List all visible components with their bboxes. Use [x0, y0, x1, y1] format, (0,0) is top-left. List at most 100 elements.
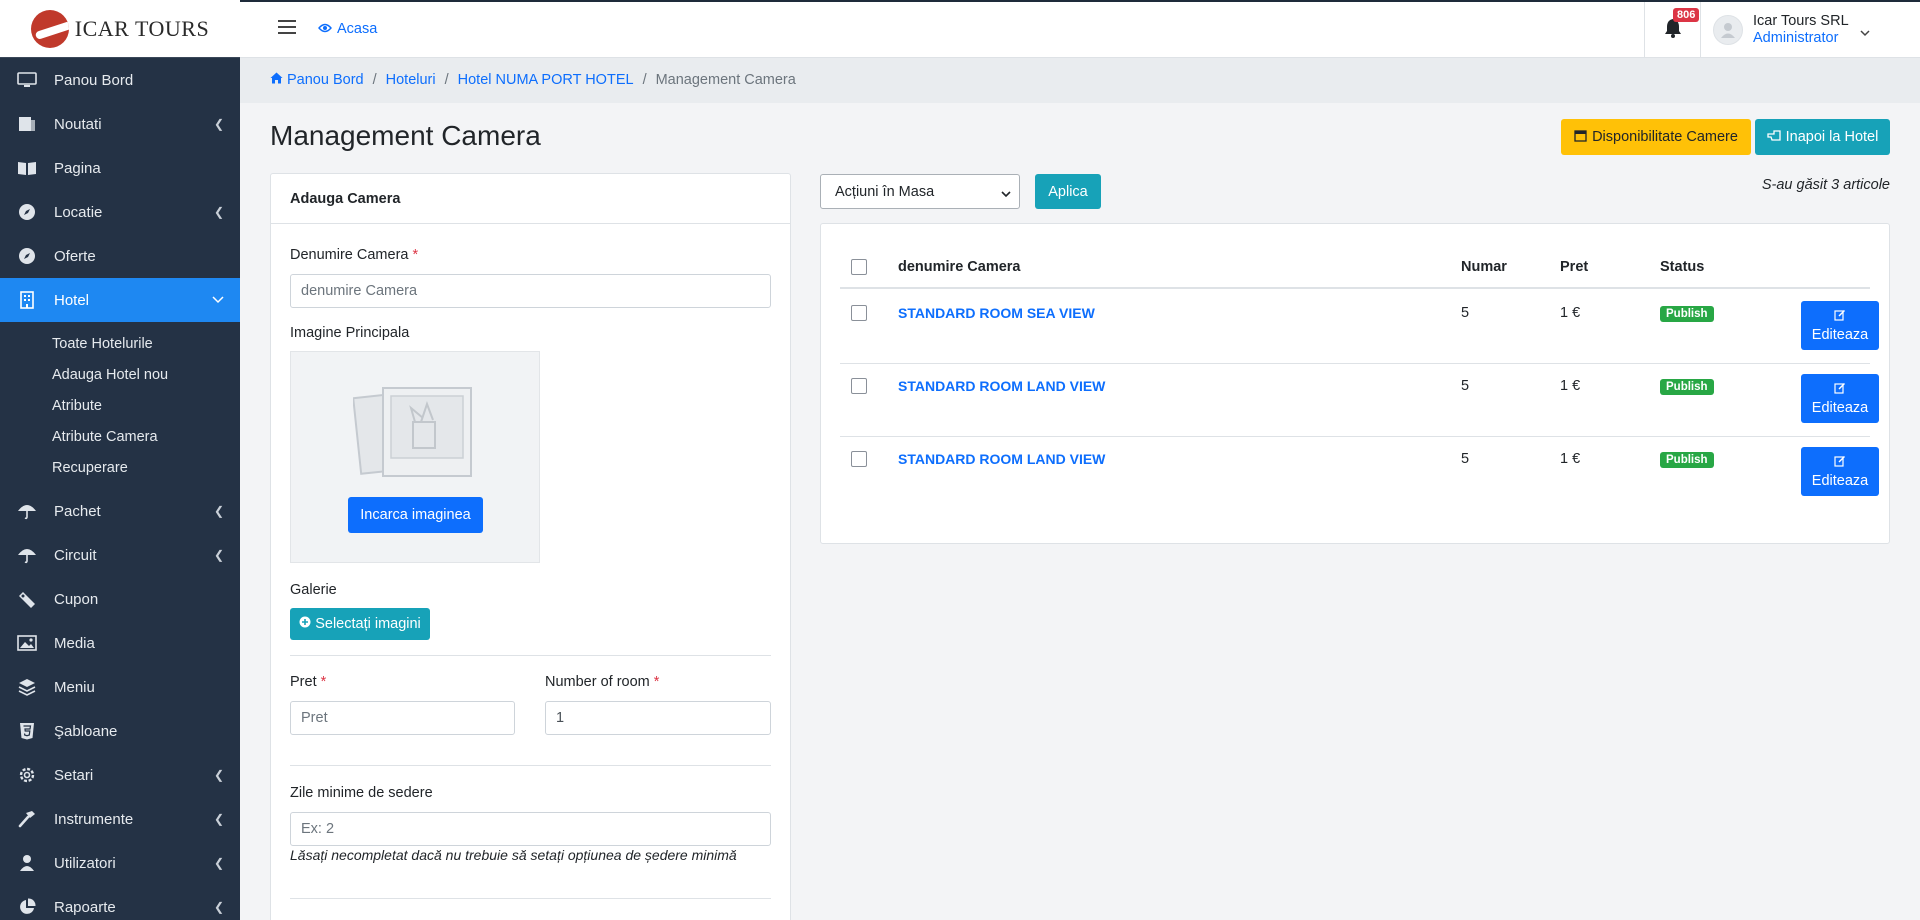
status-badge: Publish [1660, 452, 1714, 468]
sidebar-item-meniu[interactable]: Meniu [0, 665, 240, 709]
select-images-button[interactable]: Selectați imagini [290, 608, 430, 640]
upload-image-button[interactable]: Incarca imaginea [348, 497, 483, 533]
main-image-label: Imagine Principala [290, 325, 410, 341]
chevron-left-icon: ❮ [213, 900, 224, 914]
card-title: Adauga Camera [271, 174, 790, 224]
sidebar: ICAR TOURS Panou Bord Noutati ❮ Pagina L… [0, 0, 240, 920]
sidebar-item-label: Locatie [54, 203, 103, 221]
row-checkbox[interactable] [851, 451, 867, 467]
row-checkbox[interactable] [851, 378, 867, 394]
sidebar-item-hotel[interactable]: Hotel [0, 278, 240, 322]
home-link-label: Acasa [337, 21, 378, 37]
number-of-rooms-input[interactable] [545, 701, 771, 735]
room-price: 1 € [1560, 378, 1581, 394]
apply-button[interactable]: Aplica [1035, 174, 1101, 209]
divider [290, 765, 771, 766]
sidebar-item-utilizatori[interactable]: Utilizatori ❮ [0, 841, 240, 885]
menu-toggle-icon[interactable] [278, 20, 296, 34]
edit-button[interactable]: Editeaza [1801, 301, 1879, 350]
umbrella-icon [16, 545, 38, 565]
umbrella-icon [16, 501, 38, 521]
chevron-left-icon: ❮ [213, 768, 224, 782]
subnav-item-room-attributes[interactable]: Atribute Camera [0, 421, 240, 452]
chevron-left-icon: ❮ [213, 117, 224, 131]
add-room-card: Adauga Camera Denumire Camera * Imagine … [270, 173, 791, 920]
sidebar-item-noutati[interactable]: Noutati ❮ [0, 102, 240, 146]
room-name-link[interactable]: STANDARD ROOM SEA VIEW [898, 305, 1095, 321]
row-checkbox[interactable] [851, 305, 867, 321]
sidebar-item-rapoarte[interactable]: Rapoarte ❮ [0, 885, 240, 920]
user-menu[interactable]: Icar Tours SRL Administrator [1700, 2, 1886, 58]
calendar-icon [1574, 129, 1587, 146]
table-row: STANDARD ROOM LAND VIEW 5 1 € Publish Ed… [840, 437, 1879, 510]
sidebar-item-pagina[interactable]: Pagina [0, 146, 240, 190]
edit-icon [1834, 454, 1846, 472]
status-badge: Publish [1660, 306, 1714, 322]
sidebar-item-label: Cupon [54, 590, 99, 608]
number-of-rooms-label: Number of room * [545, 674, 660, 690]
min-stay-input[interactable] [290, 812, 771, 846]
back-to-hotel-button[interactable]: Inapoi la Hotel [1755, 119, 1890, 155]
select-all-checkbox[interactable] [851, 259, 867, 275]
plus-circle-icon [299, 616, 311, 632]
home-link[interactable]: Acasa [318, 21, 377, 37]
sidebar-item-oferte[interactable]: Oferte [0, 234, 240, 278]
hotel-submenu: Toate Hotelurile Adauga Hotel nou Atribu… [0, 322, 240, 489]
min-stay-help: Lăsați necompletat dacă nu trebuie să se… [290, 847, 737, 863]
room-name-input[interactable] [290, 274, 771, 308]
room-number: 5 [1461, 305, 1470, 321]
breadcrumb-hotels[interactable]: Hoteluri [386, 72, 436, 88]
divider [290, 655, 771, 656]
user-icon [16, 853, 38, 873]
breadcrumb-hotel[interactable]: Hotel NUMA PORT HOTEL [458, 72, 634, 88]
sidebar-item-label: Rapoarte [54, 898, 116, 916]
page-title: Management Camera [270, 120, 541, 151]
logo-mark-icon [30, 9, 69, 48]
chevron-down-icon [1860, 24, 1870, 41]
avatar [1713, 15, 1743, 45]
sidebar-item-pachet[interactable]: Pachet ❮ [0, 489, 240, 533]
newspaper-icon [16, 114, 38, 134]
price-input[interactable] [290, 701, 515, 735]
monitor-icon [16, 70, 38, 90]
divider [290, 898, 771, 899]
hammer-icon [16, 809, 38, 829]
subnav-item-attributes[interactable]: Atribute [0, 390, 240, 421]
room-price: 1 € [1560, 451, 1581, 467]
room-name-link[interactable]: STANDARD ROOM LAND VIEW [898, 378, 1105, 394]
brand-logo[interactable]: ICAR TOURS [30, 9, 209, 48]
brand: ICAR TOURS [0, 0, 240, 58]
sidebar-item-locatie[interactable]: Locatie ❮ [0, 190, 240, 234]
room-availability-button[interactable]: Disponibilitate Camere [1561, 119, 1751, 155]
room-name-link[interactable]: STANDARD ROOM LAND VIEW [898, 451, 1105, 467]
compass-icon [16, 246, 38, 266]
photo-placeholder-icon [352, 382, 479, 482]
ticket-icon [16, 589, 38, 609]
sidebar-item-instrumente[interactable]: Instrumente ❮ [0, 797, 240, 841]
edit-button[interactable]: Editeaza [1801, 374, 1879, 423]
breadcrumb-dashboard[interactable]: Panou Bord [287, 72, 364, 88]
sidebar-item-setari[interactable]: Setari ❮ [0, 753, 240, 797]
html5-icon [16, 721, 38, 741]
sidebar-item-label: Utilizatori [54, 854, 116, 872]
subnav-item-recovery[interactable]: Recuperare [0, 452, 240, 483]
edit-label: Editeaza [1811, 399, 1869, 416]
sidebar-item-label: Circuit [54, 546, 97, 564]
status-badge: Publish [1660, 379, 1714, 395]
sidebar-item-sabloane[interactable]: Şabloane [0, 709, 240, 753]
sidebar-item-cupon[interactable]: Cupon [0, 577, 240, 621]
sidebar-item-label: Instrumente [54, 810, 134, 828]
sidebar-item-label: Pagina [54, 159, 101, 177]
edit-icon [1834, 381, 1846, 399]
subnav-item-all-hotels[interactable]: Toate Hotelurile [0, 328, 240, 359]
sidebar-item-panou-bord[interactable]: Panou Bord [0, 58, 240, 102]
edit-button[interactable]: Editeaza [1801, 447, 1879, 496]
bulk-actions-value: Acțiuni în Masa [835, 183, 935, 200]
chevron-down-icon [1001, 186, 1011, 202]
sidebar-item-circuit[interactable]: Circuit ❮ [0, 533, 240, 577]
subnav-item-add-hotel[interactable]: Adauga Hotel nou [0, 359, 240, 390]
sidebar-item-media[interactable]: Media [0, 621, 240, 665]
column-header-number: Numar [1461, 259, 1507, 275]
bulk-actions-select[interactable]: Acțiuni în Masa [820, 174, 1020, 209]
rooms-table-card: denumire Camera Numar Pret Status STANDA… [820, 223, 1890, 544]
